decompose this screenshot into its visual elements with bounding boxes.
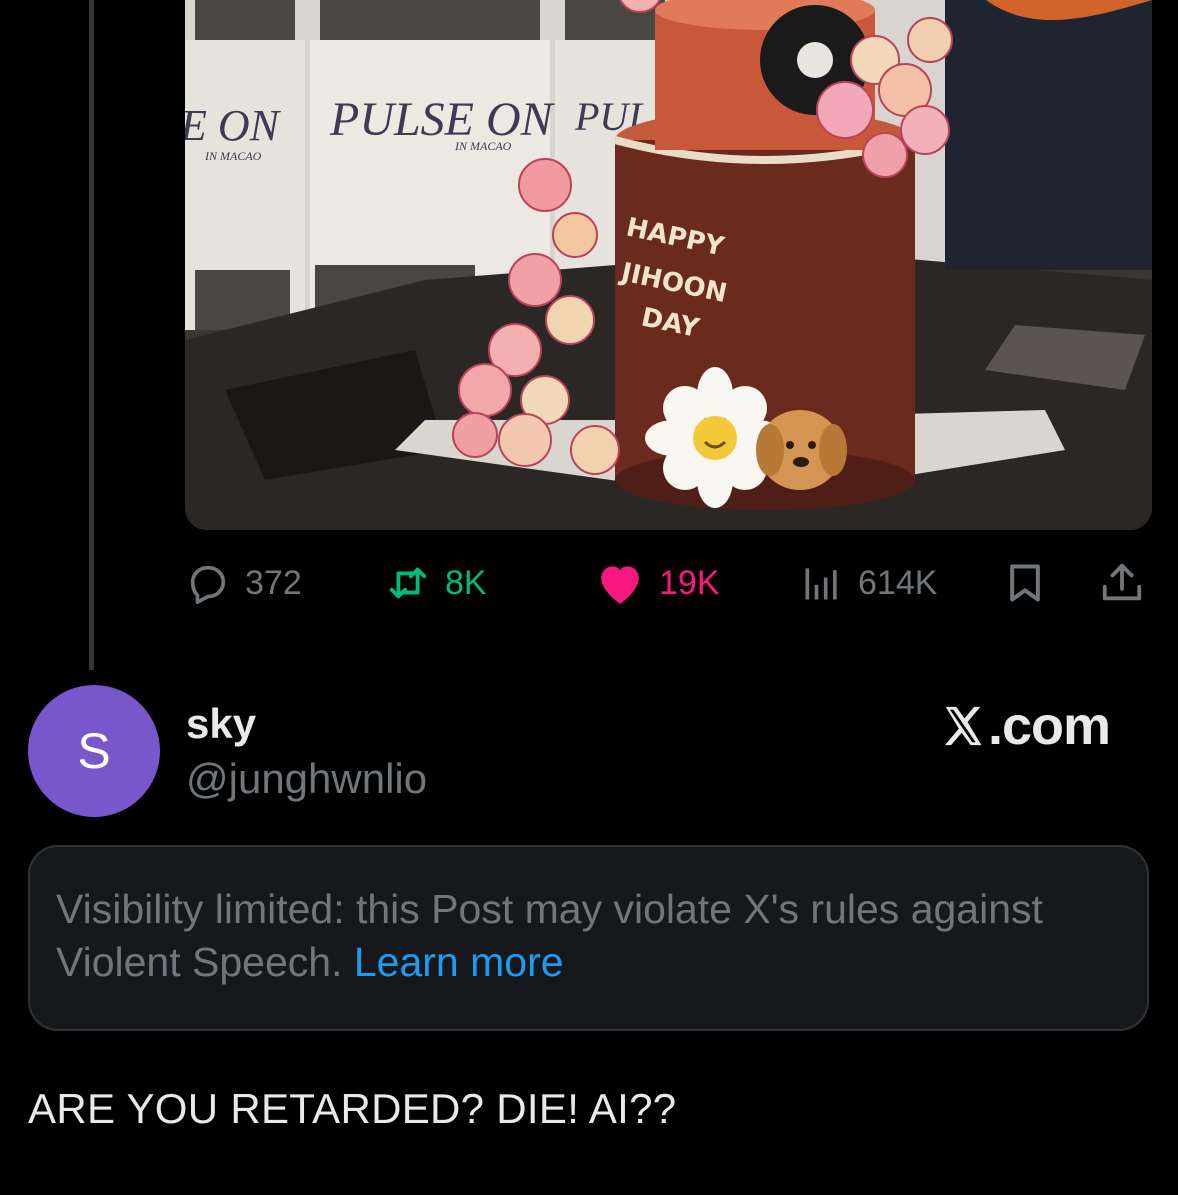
visibility-notice: Visibility limited: this Post may violat… (28, 845, 1149, 1031)
poster-subtext-2: IN MACAO (454, 139, 512, 153)
like-button[interactable]: 19K (595, 555, 720, 611)
poster-text-1: E ON (185, 101, 282, 150)
poster-subtext-1: IN MACAO (204, 149, 262, 163)
source-text: .com (988, 696, 1111, 756)
share-button[interactable] (1099, 555, 1145, 611)
bookmark-icon (1010, 564, 1040, 602)
repost-button[interactable]: 8K (385, 555, 487, 611)
thread-line (89, 0, 94, 670)
reply-icon (190, 565, 226, 604)
views-button[interactable]: 614K (800, 555, 937, 611)
display-name[interactable]: sky (186, 700, 256, 748)
avatar-letter: S (77, 723, 111, 779)
post-text: ARE YOU RETARDED? DIE! AI?? (28, 1085, 677, 1132)
avatar[interactable]: S (28, 685, 160, 817)
user-handle[interactable]: @junghwnlio (186, 755, 427, 803)
post-image[interactable]: E ON PULSE ON PUL IN MACAO IN MACAO HAPP… (185, 0, 1152, 530)
heart-icon (601, 566, 639, 604)
repost-count: 8K (445, 563, 487, 602)
x-logo-icon (944, 706, 982, 746)
source-label: .com (940, 695, 1111, 757)
post-actions: 372 8K 19K 614K (185, 555, 1152, 611)
like-count: 19K (659, 563, 720, 602)
bookmark-button[interactable] (1003, 555, 1047, 611)
reply-button[interactable]: 372 (185, 555, 302, 611)
share-icon (1102, 563, 1142, 601)
learn-more-link[interactable]: Learn more (354, 939, 564, 985)
repost-icon (389, 567, 427, 599)
reply-count: 372 (245, 563, 302, 602)
poster-text-2: PULSE ON (329, 93, 556, 146)
views-count: 614K (858, 563, 938, 602)
views-icon (805, 568, 837, 600)
